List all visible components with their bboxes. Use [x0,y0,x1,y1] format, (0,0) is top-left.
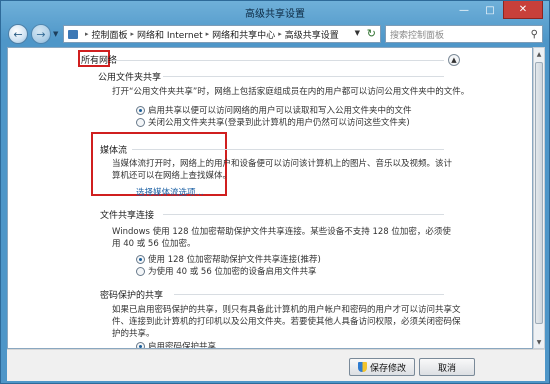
breadcrumb-item[interactable]: 控制面板 [92,28,128,41]
radio-option[interactable]: 启用密码保护共享 [136,340,217,349]
radio-button[interactable] [136,266,145,276]
history-dropdown-icon[interactable]: ▼ [53,30,58,38]
section-description: Windows 使用 128 位加密帮助保护文件共享连接。某些设备不支持 128… [112,227,451,249]
radio-label: 启用密码保护共享 [148,342,217,349]
navigation-bar: ← → ▼ ▸ 控制面板 ▸ 网络和 Internet ▸ 网络和共享中心 ▸ … [1,21,549,47]
radio-option[interactable]: 启用共享以便可以访问网络的用户可以读取和写入公用文件夹中的文件 [136,104,412,116]
section-title: 密码保护的共享 [100,291,164,301]
breadcrumb-item[interactable]: 网络和 Internet [137,28,203,41]
search-box[interactable]: 搜索控制面板 ⚲ [385,25,543,43]
search-icon[interactable]: ⚲ [531,29,538,40]
back-arrow-icon: ← [13,27,23,41]
section-title: 公用文件夹共享 [98,73,162,83]
section-description: 当媒体流打开时，网络上的用户和设备便可以访问该计算机上的图片、音乐以及视频。该计… [112,159,453,181]
footer-bar: 保存修改 取消 [7,349,545,381]
radio-label: 使用 128 位加密帮助保护文件共享连接(推荐) [148,255,321,265]
save-changes-button[interactable]: 保存修改 [349,358,415,376]
scroll-up-icon[interactable]: ▲ [534,48,544,60]
cancel-button[interactable]: 取消 [419,358,475,376]
address-bar[interactable]: ▸ 控制面板 ▸ 网络和 Internet ▸ 网络和共享中心 ▸ 高级共享设置… [63,25,381,43]
radio-label: 关闭公用文件夹共享(登录到此计算机的用户仍然可以访问这些文件夹) [148,118,410,128]
minimize-button[interactable]: — [451,1,477,19]
radio-button[interactable] [136,105,145,115]
refresh-icon[interactable]: ↻ [367,27,376,40]
window-controls: — □ ✕ [451,1,543,19]
address-dropdown-icon[interactable]: ▼ [355,29,360,37]
section-title: 文件共享连接 [100,211,155,221]
control-panel-icon [68,29,78,39]
settings-panel: 所有网络 ▲ 公用文件夹共享 打开“公用文件夹共享”时，网络上包括家庭组成员在内… [7,47,533,349]
breadcrumb-item[interactable]: 高级共享设置 [285,28,339,41]
scrollbar-thumb[interactable] [535,62,543,324]
radio-option[interactable]: 关闭公用文件夹共享(登录到此计算机的用户仍然可以访问这些文件夹) [136,116,410,128]
back-button[interactable]: ← [8,24,28,44]
vertical-scrollbar[interactable]: ▲ ▼ [533,47,545,349]
section-description: 打开“公用文件夹共享”时，网络上包括家庭组成员在内的用户都可以访问公用文件夹中的… [112,87,470,97]
breadcrumb-item[interactable]: 网络和共享中心 [212,28,275,41]
advanced-sharing-window: 高级共享设置 — □ ✕ ← → ▼ ▸ 控制面板 ▸ 网络和 Internet… [0,0,550,384]
maximize-button[interactable]: □ [477,1,503,19]
shield-icon [357,362,367,372]
title-bar: 高级共享设置 — □ ✕ [1,1,549,21]
collapse-icon[interactable]: ▲ [448,54,460,66]
radio-label: 为使用 40 或 56 位加密的设备启用文件共享 [148,267,317,277]
media-streaming-options-link[interactable]: 选择媒体流选项... [136,186,204,198]
radio-button[interactable] [136,341,145,348]
search-placeholder: 搜索控制面板 [390,30,445,41]
forward-button[interactable]: → [31,24,51,44]
section-description: 如果已启用密码保护的共享，则只有具备此计算机的用户帐户和密码的用户才可以访问共享… [112,305,461,339]
radio-option[interactable]: 为使用 40 或 56 位加密的设备启用文件共享 [136,265,316,277]
section-title: 媒体流 [100,146,128,156]
forward-arrow-icon: → [36,27,46,41]
scroll-down-icon[interactable]: ▼ [534,336,544,348]
close-button[interactable]: ✕ [503,1,543,19]
radio-button[interactable] [136,117,145,127]
radio-option[interactable]: 使用 128 位加密帮助保护文件共享连接(推荐) [136,253,321,265]
save-button-label: 保存修改 [369,363,406,374]
radio-label: 启用共享以便可以访问网络的用户可以读取和写入公用文件夹中的文件 [148,106,412,116]
cancel-button-label: 取消 [437,363,456,374]
radio-button[interactable] [136,254,145,264]
